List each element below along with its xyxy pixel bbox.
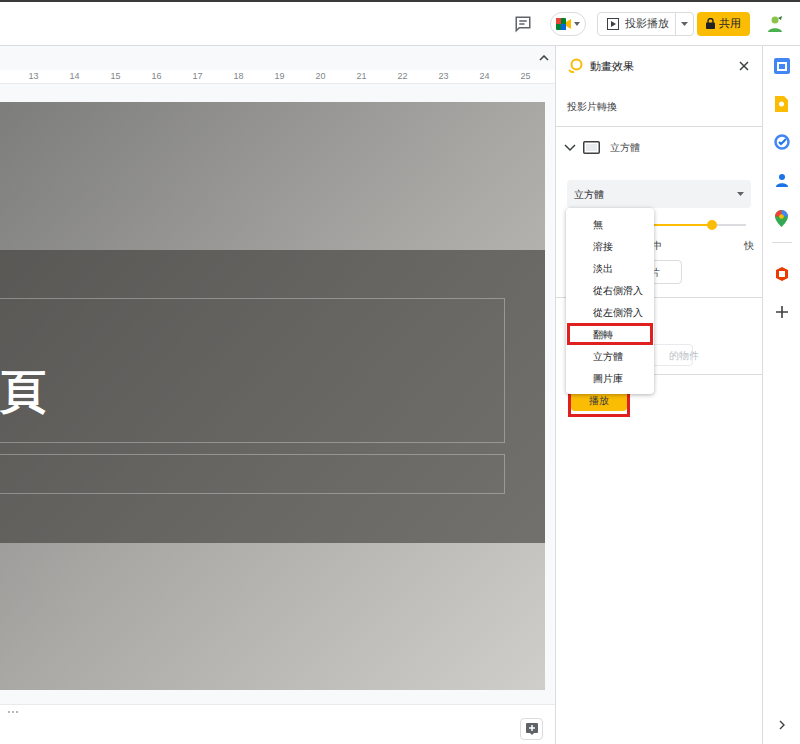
calendar-icon[interactable] — [772, 56, 792, 76]
present-dropdown[interactable] — [675, 13, 693, 35]
menu-item[interactable]: 無 — [566, 213, 654, 235]
collapse-row — [0, 46, 555, 70]
menu-item-label: 從右側滑入 — [593, 283, 643, 298]
transition-select[interactable]: 立方體 — [567, 180, 751, 208]
ruler-tick: 23 — [423, 72, 464, 81]
contacts-icon[interactable] — [772, 170, 792, 190]
notes-button[interactable] — [520, 718, 543, 740]
ruler-tick: 13 — [13, 72, 54, 81]
present-button[interactable]: 投影播放 — [597, 12, 694, 36]
menu-item-label: 翻轉 — [593, 327, 613, 342]
speed-label: 快 — [744, 238, 754, 253]
panel-title: 動畫效果 — [590, 58, 634, 75]
slide-icon — [583, 141, 600, 154]
present-label: 投影播放 — [625, 15, 669, 32]
menu-item-label: 無 — [593, 217, 603, 232]
menu-item-label: 淡出 — [593, 261, 613, 276]
menu-item[interactable]: 圖片庫 — [566, 367, 654, 389]
resize-handle[interactable] — [8, 711, 18, 713]
slide-title: 頁 — [0, 364, 46, 419]
section-label: 投影片轉換 — [567, 99, 617, 114]
ruler-tick: 16 — [136, 72, 177, 81]
menu-item[interactable]: 從右側滑入 — [566, 279, 654, 301]
divider — [654, 374, 762, 375]
motion-icon — [567, 58, 583, 74]
select-object-label: 的物件 — [669, 348, 699, 363]
ruler-tick: 19 — [259, 72, 300, 81]
add-addon-icon[interactable] — [772, 302, 792, 322]
menu-item-label: 溶接 — [593, 239, 613, 254]
menu-item-label: 從左側滑入 — [593, 305, 643, 320]
animation-panel: 動畫效果 投影片轉換 立方體 立方體 — [555, 46, 762, 744]
lock-icon — [706, 18, 715, 29]
ruler-tick: 14 — [54, 72, 95, 81]
avatar-icon[interactable] — [766, 15, 784, 33]
maps-icon[interactable] — [772, 208, 792, 228]
share-label: 共用 — [719, 15, 741, 32]
explore-icon — [526, 723, 538, 735]
caret-icon — [681, 22, 688, 26]
app-window: 投影播放 共用 13141516171819202122232425 — [0, 0, 800, 744]
keep-icon[interactable] — [772, 94, 792, 114]
top-bar: 投影播放 共用 — [0, 2, 800, 46]
meet-icon — [556, 17, 572, 31]
chevron-icon[interactable] — [564, 141, 576, 153]
meet-button[interactable] — [550, 12, 586, 36]
panel-header: 動畫效果 — [556, 46, 762, 86]
title-textbox[interactable] — [0, 298, 505, 443]
ruler-tick: 17 — [177, 72, 218, 81]
office-addon-icon[interactable] — [772, 264, 792, 284]
menu-item-label: 立方體 — [593, 349, 623, 364]
present-main[interactable]: 投影播放 — [598, 13, 675, 35]
ruler: 13141516171819202122232425 — [0, 70, 555, 84]
ruler-tick: 22 — [382, 72, 423, 81]
ruler-tick: 20 — [300, 72, 341, 81]
divider — [772, 242, 792, 243]
share-button[interactable]: 共用 — [697, 12, 750, 36]
transition-row[interactable]: 立方體 — [556, 127, 762, 167]
canvas: 頁 — [0, 84, 555, 704]
comment-icon[interactable] — [512, 13, 534, 35]
collapse-chevron-icon[interactable] — [539, 55, 549, 61]
ruler-tick: 15 — [95, 72, 136, 81]
expand-chevron-icon[interactable] — [772, 715, 792, 735]
play-icon — [607, 18, 619, 30]
menu-item[interactable]: 從左側滑入 — [566, 301, 654, 323]
subtitle-textbox — [0, 454, 505, 494]
close-icon[interactable] — [739, 61, 749, 71]
bottom-strip — [0, 704, 555, 744]
menu-item[interactable]: 淡出 — [566, 257, 654, 279]
section-row: 投影片轉換 — [556, 86, 762, 127]
menu-item[interactable]: 翻轉 — [566, 323, 654, 345]
title-band — [0, 250, 545, 543]
slide[interactable]: 頁 — [0, 102, 545, 690]
annotation-box — [567, 323, 653, 345]
caret-icon — [737, 192, 744, 196]
ruler-tick: 18 — [218, 72, 259, 81]
menu-item[interactable]: 溶接 — [566, 235, 654, 257]
transition-menu: 無溶接淡出從右側滑入從左側滑入翻轉立方體圖片庫 — [566, 208, 654, 394]
ruler-tick: 24 — [464, 72, 505, 81]
tasks-icon[interactable] — [772, 132, 792, 152]
speed-knob[interactable] — [707, 220, 717, 230]
transition-name: 立方體 — [610, 140, 640, 155]
side-apps-bar — [762, 46, 800, 744]
main-area: 13141516171819202122232425 頁 — [0, 46, 800, 744]
select-value: 立方體 — [574, 187, 604, 202]
ruler-tick: 21 — [341, 72, 382, 81]
menu-item[interactable]: 立方體 — [566, 345, 654, 367]
caret-icon — [574, 22, 580, 26]
ruler-tick: 25 — [505, 72, 546, 81]
menu-item-label: 圖片庫 — [593, 371, 623, 386]
play-label: 播放 — [589, 393, 609, 408]
editor: 13141516171819202122232425 頁 — [0, 46, 555, 744]
